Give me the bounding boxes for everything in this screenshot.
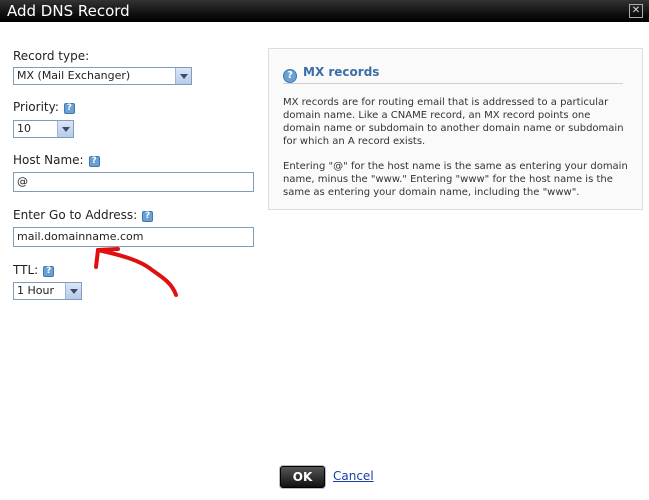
ttl-value: 1 Hour [17, 284, 54, 297]
chevron-down-icon [57, 121, 73, 137]
dialog-title: Add DNS Record [7, 2, 130, 20]
question-circle-icon: ? [283, 69, 297, 83]
priority-select[interactable]: 10 [13, 120, 74, 138]
record-type-select[interactable]: MX (Mail Exchanger) [13, 67, 192, 85]
mx-info-panel: ? MX records MX records are for routing e… [268, 48, 643, 210]
ttl-label: TTL:? [13, 263, 55, 277]
goto-address-label: Enter Go to Address:? [13, 208, 154, 222]
help-icon[interactable]: ? [43, 266, 55, 277]
help-icon[interactable]: ? [142, 211, 154, 222]
chevron-down-icon [65, 283, 81, 299]
record-type-label: Record type: [13, 49, 90, 63]
help-icon[interactable]: ? [88, 156, 100, 167]
cancel-link[interactable]: Cancel [333, 469, 374, 483]
priority-value: 10 [17, 122, 31, 135]
priority-label: Priority:? [13, 100, 75, 114]
info-paragraph-2: Entering "@" for the host name is the sa… [283, 161, 628, 198]
info-paragraph-1: MX records are for routing email that is… [283, 97, 624, 147]
host-name-label: Host Name:? [13, 153, 100, 167]
chevron-down-icon [175, 68, 191, 84]
ok-button[interactable]: OK [280, 466, 325, 488]
ttl-select[interactable]: 1 Hour [13, 282, 82, 300]
red-arrow-annotation [94, 247, 178, 297]
help-icon[interactable]: ? [63, 103, 75, 114]
goto-address-input[interactable]: mail.domainname.com [13, 227, 254, 247]
close-icon[interactable]: ✕ [629, 4, 643, 18]
dialog-titlebar: Add DNS Record ✕ [0, 0, 649, 22]
info-title: ? MX records [283, 63, 623, 84]
record-type-value: MX (Mail Exchanger) [17, 69, 131, 82]
host-name-input[interactable]: @ [13, 172, 254, 192]
